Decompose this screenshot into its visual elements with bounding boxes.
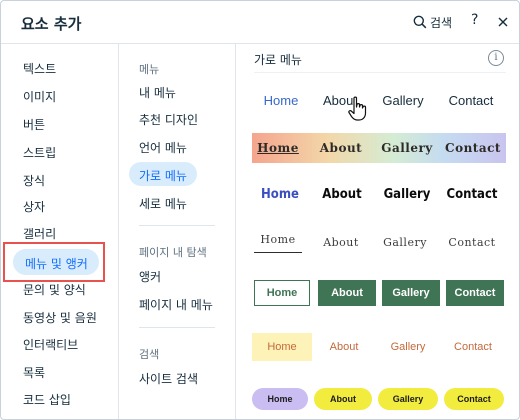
panel-header: 요소 추가 검색 ?	[1, 1, 519, 44]
section-divider	[254, 72, 506, 73]
menu-item-contact: Contact	[445, 141, 501, 155]
preset-gallery: 가로 메뉴 i Home About Gallery Contact Home …	[236, 44, 519, 419]
menu-item-home: Home	[252, 333, 312, 361]
section-title: 가로 메뉴	[254, 53, 302, 67]
sub-featured-design[interactable]: 추천 디자인	[139, 111, 198, 128]
sub-in-page-menu[interactable]: 페이지 내 메뉴	[139, 296, 213, 313]
menu-item-home: Home	[254, 226, 302, 253]
menu-preset-5[interactable]: Home About Gallery Contact	[252, 277, 506, 309]
info-icon[interactable]: i	[488, 50, 504, 66]
group-title-in-page-nav: 페이지 내 탐색	[139, 246, 207, 259]
divider	[139, 225, 215, 226]
menu-item-contact: Contact	[454, 341, 492, 353]
close-icon[interactable]	[497, 13, 509, 32]
category-interactive[interactable]: 인터랙티브	[23, 336, 78, 353]
menu-item-home: Home	[252, 388, 308, 410]
menu-item-contact: Contact	[446, 280, 504, 306]
menu-item-about: About	[319, 141, 363, 155]
search-label: 검색	[430, 15, 453, 30]
menu-item-about: About	[322, 186, 362, 202]
help-icon[interactable]: ?	[471, 12, 478, 28]
menu-item-home: Home	[257, 141, 299, 155]
menu-item-gallery: Gallery	[381, 141, 433, 155]
category-menu-anchor-label: 메뉴 및 앵커	[25, 257, 88, 271]
category-box[interactable]: 상자	[23, 198, 45, 215]
menu-item-gallery: Gallery	[383, 186, 431, 202]
category-highlight-box: 메뉴 및 앵커	[3, 242, 105, 282]
menu-item-home: Home	[261, 186, 299, 202]
menu-item-about: About	[329, 341, 359, 353]
divider	[139, 327, 215, 328]
menu-item-gallery: Gallery	[382, 280, 440, 306]
sub-horizontal-menu[interactable]: 가로 메뉴	[129, 162, 197, 186]
sub-vertical-menu[interactable]: 세로 메뉴	[139, 195, 187, 212]
menu-item-home: Home	[263, 92, 299, 108]
category-text[interactable]: 텍스트	[23, 60, 56, 77]
category-embed-code[interactable]: 코드 삽입	[23, 391, 71, 408]
category-contact-forms[interactable]: 문의 및 양식	[23, 281, 86, 298]
sub-anchor[interactable]: 앵커	[139, 268, 161, 285]
menu-preset-2[interactable]: Home About Gallery Contact	[252, 133, 506, 163]
category-decorative[interactable]: 장식	[23, 172, 45, 189]
group-title-search: 검색	[139, 348, 160, 361]
menu-item-about: About	[323, 235, 359, 249]
menu-item-contact: Contact	[444, 388, 504, 410]
menu-preset-6[interactable]: Home About Gallery Contact	[252, 331, 506, 363]
sub-my-menu[interactable]: 내 메뉴	[139, 84, 176, 101]
menu-item-contact: Contact	[448, 92, 494, 108]
menu-item-about: About	[318, 280, 376, 306]
menu-item-gallery: Gallery	[383, 235, 427, 249]
hand-cursor-icon	[348, 96, 367, 121]
menu-item-home: Home	[254, 280, 310, 306]
menu-preset-7[interactable]: Home About Gallery Contact	[252, 383, 506, 415]
menu-preset-4[interactable]: Home About Gallery Contact	[252, 226, 506, 258]
panel-title: 요소 추가	[21, 15, 82, 33]
category-gallery[interactable]: 갤러리	[23, 225, 56, 242]
menu-item-contact: Contact	[448, 235, 496, 249]
search-button[interactable]: 검색	[413, 13, 452, 31]
category-video-music[interactable]: 동영상 및 음원	[23, 309, 97, 326]
menu-item-gallery: Gallery	[382, 92, 424, 108]
add-elements-panel: 요소 추가 검색 ? 텍스트 이미지 버튼 스트립 장식 상자 갤러리 메뉴 및…	[0, 0, 520, 420]
group-title-menu: 메뉴	[139, 63, 160, 76]
menu-preset-3[interactable]: Home About Gallery Contact	[252, 178, 506, 210]
category-menu-anchor[interactable]: 메뉴 및 앵커	[13, 249, 99, 275]
sub-site-search[interactable]: 사이트 검색	[139, 370, 198, 387]
category-strip[interactable]: 스트립	[23, 144, 56, 161]
category-button[interactable]: 버튼	[23, 116, 45, 133]
menu-item-contact: Contact	[446, 186, 498, 202]
search-icon	[413, 15, 427, 29]
subcategory-list: 메뉴 내 메뉴 추천 디자인 언어 메뉴 가로 메뉴 세로 메뉴 페이지 내 탐…	[119, 44, 236, 419]
menu-preset-1[interactable]: Home About Gallery Contact	[252, 84, 506, 121]
category-image[interactable]: 이미지	[23, 88, 56, 105]
menu-item-gallery: Gallery	[378, 388, 438, 410]
category-lists[interactable]: 목록	[23, 364, 45, 381]
menu-item-gallery: Gallery	[390, 341, 426, 353]
category-list: 텍스트 이미지 버튼 스트립 장식 상자 갤러리 메뉴 및 앵커 문의 및 양식…	[1, 44, 119, 419]
sub-horizontal-menu-label: 가로 메뉴	[139, 169, 187, 183]
menu-item-about: About	[314, 388, 372, 410]
sub-language-menu[interactable]: 언어 메뉴	[139, 139, 187, 156]
